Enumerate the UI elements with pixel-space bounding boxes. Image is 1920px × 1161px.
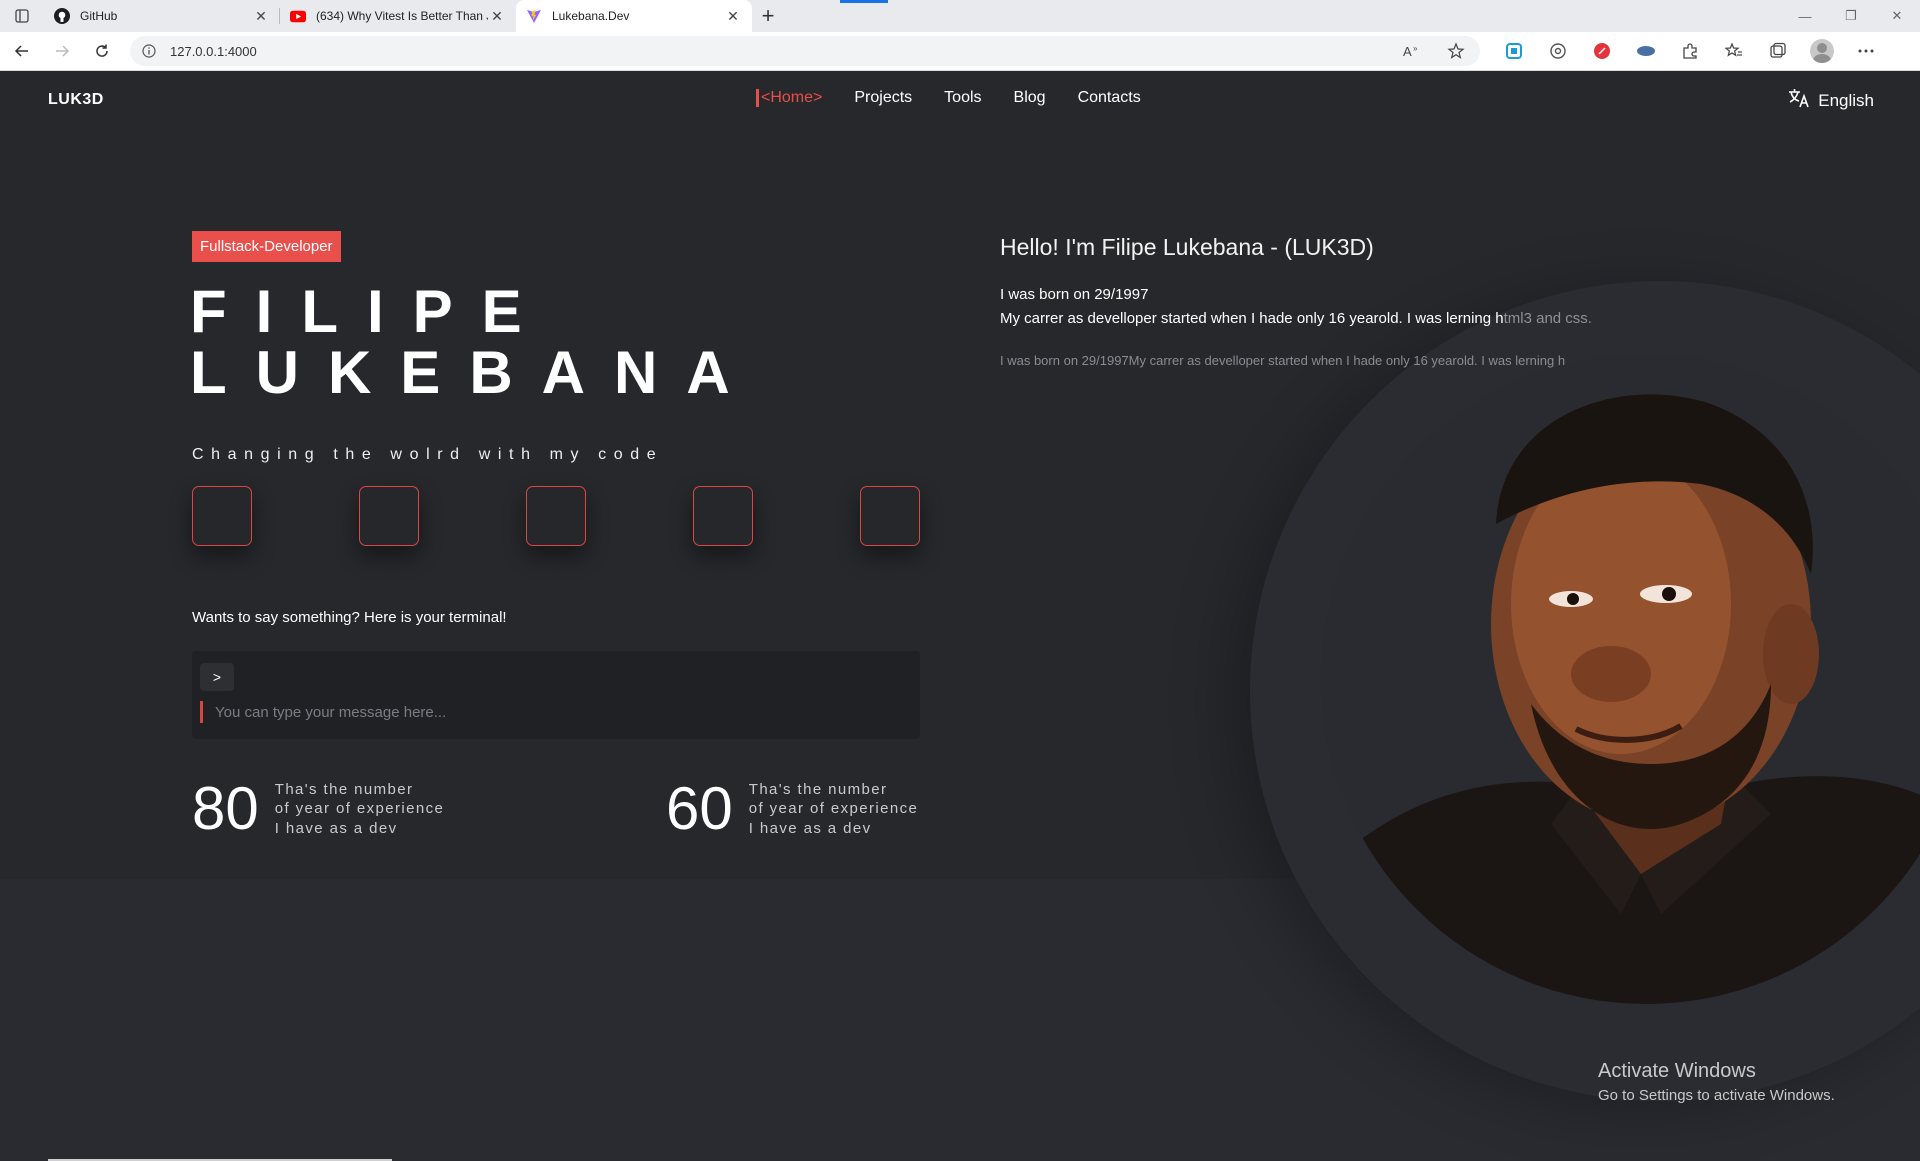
favorites-icon[interactable] <box>1718 35 1750 67</box>
translate-icon <box>1788 88 1810 113</box>
forward-icon[interactable] <box>44 35 80 67</box>
browser-tab-youtube[interactable]: (634) Why Vitest Is Better Than J... ✕ <box>280 0 516 32</box>
browser-tab-strip: GitHub ✕ (634) Why Vitest Is Better Than… <box>0 0 1920 32</box>
social-links <box>192 486 920 546</box>
github-icon <box>54 8 70 24</box>
extension-2-icon[interactable] <box>1542 35 1574 67</box>
website-viewport: LUK3D <Home> Projects Tools Blog Contact… <box>0 71 1920 1161</box>
avatar <box>1810 39 1834 63</box>
extensions-bar <box>1498 35 1882 67</box>
nav-home[interactable]: <Home> <box>756 89 822 107</box>
read-aloud-icon[interactable]: A» <box>1396 35 1428 67</box>
tab-title: (634) Why Vitest Is Better Than J... <box>316 9 488 23</box>
language-label: English <box>1818 90 1874 110</box>
activate-windows-watermark: Activate Windows Go to Settings to activ… <box>1598 1060 1835 1104</box>
browser-tab-lukebana[interactable]: Lukebana.Dev ✕ <box>516 0 752 32</box>
close-tab-icon[interactable]: ✕ <box>488 7 506 25</box>
hero-name-last: LUKEBANA <box>190 339 759 406</box>
bio-career: My carrer as develloper started when I h… <box>1000 310 1592 327</box>
new-tab-button[interactable]: + <box>752 0 784 32</box>
social-link-1[interactable] <box>192 486 252 546</box>
stat-description: Tha's the number of year of experience I… <box>274 780 445 837</box>
extensions-puzzle-icon[interactable] <box>1674 35 1706 67</box>
nav-projects[interactable]: Projects <box>854 89 912 107</box>
stat-experience-1: 80 Tha's the number of year of experienc… <box>192 779 444 839</box>
browser-toolbar: 127.0.0.1:4000 A» <box>0 32 1920 71</box>
profile-avatar-icon[interactable] <box>1806 35 1838 67</box>
more-options-icon[interactable] <box>1850 35 1882 67</box>
nav-tools[interactable]: Tools <box>944 89 981 107</box>
site-info-icon[interactable] <box>140 42 158 60</box>
extension-3-icon[interactable] <box>1586 35 1618 67</box>
back-icon[interactable] <box>4 35 40 67</box>
hero-tagline: Changing the wolrd with my code <box>192 446 664 463</box>
stat-number: 80 <box>192 775 259 842</box>
svg-text:A: A <box>1403 44 1412 58</box>
site-header: LUK3D <Home> Projects Tools Blog Contact… <box>0 71 1920 128</box>
tab-actions-icon[interactable] <box>0 0 44 32</box>
close-window-icon[interactable]: ✕ <box>1874 0 1920 32</box>
window-controls: — ❐ ✕ <box>1782 0 1920 32</box>
social-link-2[interactable] <box>359 486 419 546</box>
stat-number: 60 <box>666 775 733 842</box>
terminal-prompt-button[interactable]: > <box>200 663 234 691</box>
svg-text:»: » <box>1413 44 1418 53</box>
hero-name-first: FILIPE <box>190 278 551 345</box>
terminal-box: > <box>192 651 920 739</box>
bio-born: I was born on 29/1997 <box>1000 286 1149 303</box>
refresh-icon[interactable] <box>84 35 120 67</box>
language-switcher[interactable]: English <box>1788 88 1874 113</box>
social-link-5[interactable] <box>860 486 920 546</box>
nav-contacts[interactable]: Contacts <box>1078 89 1141 107</box>
terminal-heading: Wants to say something? Here is your ter… <box>192 609 507 626</box>
nav-blog[interactable]: Blog <box>1014 89 1046 107</box>
terminal-message-input[interactable] <box>200 701 900 723</box>
tab-title: Lukebana.Dev <box>552 9 630 23</box>
minimize-icon[interactable]: — <box>1782 0 1828 32</box>
youtube-icon <box>290 8 306 24</box>
stat-experience-2: 60 Tha's the number of year of experienc… <box>666 779 918 839</box>
vite-icon <box>526 8 542 24</box>
address-bar[interactable]: 127.0.0.1:4000 A» <box>130 36 1480 66</box>
tab-title: GitHub <box>80 9 118 23</box>
extension-1-icon[interactable] <box>1498 35 1530 67</box>
site-logo[interactable]: LUK3D <box>48 91 104 109</box>
close-tab-icon[interactable]: ✕ <box>252 7 270 25</box>
social-link-4[interactable] <box>693 486 753 546</box>
browser-tab-github[interactable]: GitHub ✕ <box>44 0 280 32</box>
hello-heading: Hello! I'm Filipe Lukebana - (LUK3D) <box>1000 234 1374 260</box>
url-text: 127.0.0.1:4000 <box>170 43 257 59</box>
add-favorite-icon[interactable] <box>1440 35 1472 67</box>
close-tab-icon[interactable]: ✕ <box>724 7 742 25</box>
collections-icon[interactable] <box>1762 35 1794 67</box>
main-nav: <Home> Projects Tools Blog Contacts <box>756 89 1141 107</box>
bio-typing-text: I was born on 29/1997My carrer as devell… <box>1000 353 1566 368</box>
hero-name: FILIPE LUKEBANA <box>190 281 759 403</box>
role-badge: Fullstack-Developer <box>192 231 341 262</box>
stat-description: Tha's the number of year of experience I… <box>748 780 919 837</box>
restore-icon[interactable]: ❐ <box>1828 0 1874 32</box>
extension-4-icon[interactable] <box>1630 35 1662 67</box>
social-link-3[interactable] <box>526 486 586 546</box>
